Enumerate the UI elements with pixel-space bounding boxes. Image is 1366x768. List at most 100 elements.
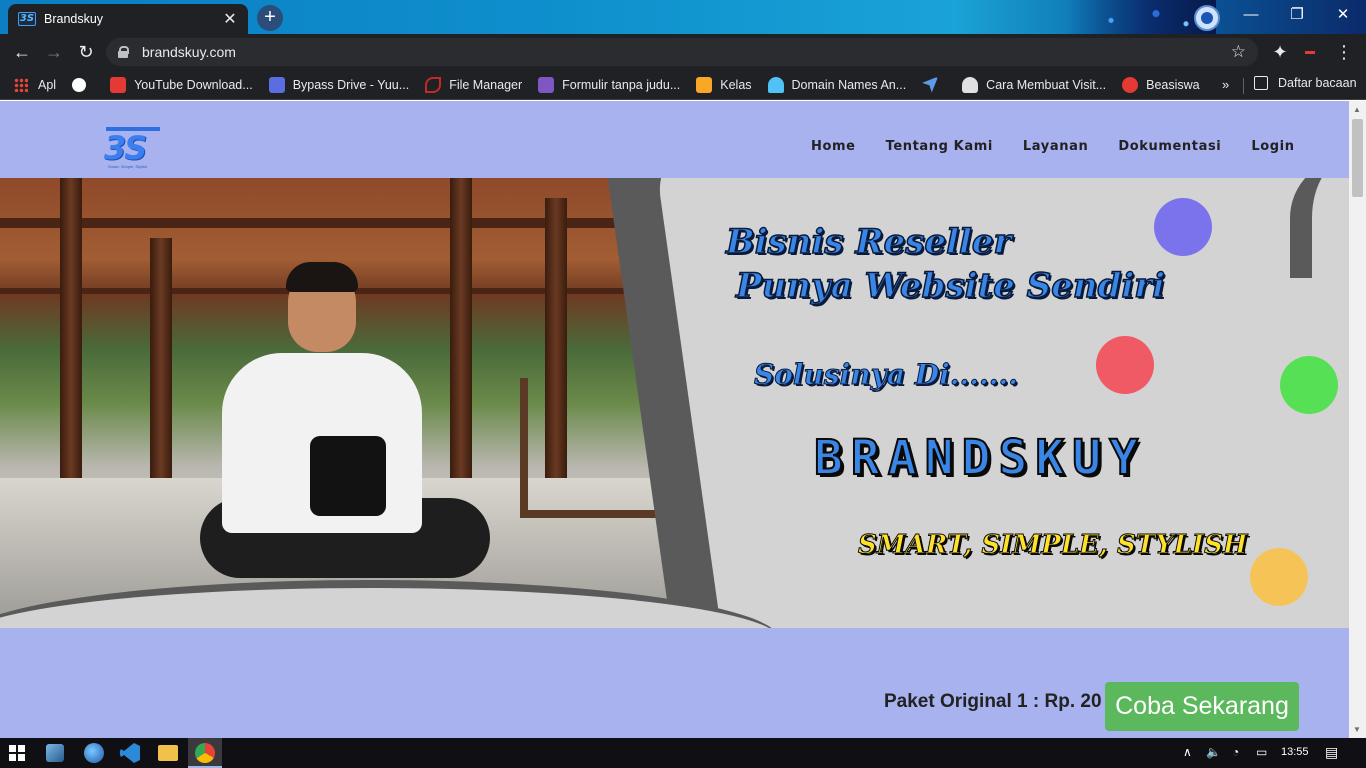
reload-icon[interactable]: ↻	[74, 40, 98, 64]
bookmark-beasiswa[interactable]: Beasiswa	[1122, 76, 1200, 93]
bookmarks-divider	[1243, 78, 1244, 94]
url-text[interactable]: brandskuy.com	[142, 44, 1231, 60]
bookmark-cara-membuat[interactable]: Cara Membuat Visit...	[962, 76, 1107, 93]
apps-grid-icon	[14, 77, 28, 92]
nav-login[interactable]: Login	[1251, 139, 1294, 154]
nav-dokumentasi[interactable]: Dokumentasi	[1118, 139, 1221, 154]
roof-beam	[0, 288, 720, 294]
windows-start-icon[interactable]	[9, 745, 25, 761]
minimize-button[interactable]: —	[1228, 0, 1274, 30]
tab-title: Brandskuy	[44, 12, 104, 26]
bookmark-label: Beasiswa	[1146, 77, 1200, 92]
bookmark-globe[interactable]	[72, 77, 94, 92]
bookmark-send[interactable]	[922, 76, 946, 93]
reading-list-button[interactable]: Daftar bacaan	[1254, 76, 1357, 90]
reading-list-label: Daftar bacaan	[1278, 76, 1357, 90]
hero-line-1: Bisnis Reseller	[725, 221, 1012, 263]
scroll-down-icon[interactable]: ▼	[1353, 725, 1361, 734]
file-manager-icon	[425, 76, 442, 93]
volume-icon[interactable]: 🔈	[1206, 745, 1221, 759]
bookmark-label: Kelas	[720, 77, 752, 92]
chrome-icon[interactable]	[195, 743, 215, 763]
bookmarks-bar: Apl YouTube Download... Bypass Drive - Y…	[0, 70, 1366, 100]
try-now-button[interactable]: Coba Sekarang	[1105, 682, 1299, 731]
bookmark-domain-names[interactable]: Domain Names An...	[767, 76, 907, 93]
green-dot	[1280, 356, 1338, 414]
send-icon	[922, 76, 939, 93]
forms-icon	[538, 76, 555, 93]
site-header: 3S Smart. Simple. Stylish Home Tentang K…	[0, 101, 1349, 178]
battery-icon[interactable]: ▭	[1256, 745, 1267, 759]
hero-line-2: Punya Website Sendiri	[735, 265, 1166, 307]
bypass-icon	[268, 76, 285, 93]
package-price-text: Paket Original 1 : Rp. 20	[884, 691, 1102, 712]
roof-beam	[0, 218, 720, 228]
main-nav: Home Tentang Kami Layanan Dokumentasi Lo…	[811, 139, 1295, 154]
reading-list-icon	[1254, 76, 1268, 90]
page-viewport: 3S Smart. Simple. Stylish Home Tentang K…	[0, 101, 1349, 738]
red-dot	[1096, 336, 1154, 394]
clock-time[interactable]: 13:55	[1281, 746, 1309, 758]
bookmark-label: Bypass Drive - Yuu...	[292, 77, 410, 92]
wifi-icon[interactable]: ◔	[1232, 745, 1239, 759]
bookmark-forms[interactable]: Formulir tanpa judu...	[538, 76, 681, 93]
bookmark-star-icon[interactable]: ☆	[1231, 42, 1246, 62]
back-arrow-icon[interactable]: ←	[10, 40, 34, 64]
vscode-icon[interactable]	[120, 743, 140, 763]
scrollbar-thumb[interactable]	[1352, 119, 1363, 197]
profile-avatar[interactable]	[1194, 5, 1220, 31]
bookmark-file-manager[interactable]: File Manager	[425, 76, 522, 93]
nav-layanan[interactable]: Layanan	[1023, 139, 1088, 154]
file-explorer-icon[interactable]	[158, 745, 178, 761]
classroom-icon	[696, 76, 713, 93]
close-window-button[interactable]: ✕	[1320, 0, 1366, 30]
hero-photo	[0, 178, 720, 628]
user-icon	[962, 76, 979, 93]
hero-brand: BRANDSKUY	[813, 429, 1147, 487]
network-app-icon[interactable]	[46, 744, 64, 762]
browser-toolbar: ← → ↻ brandskuy.com ☆ ✦ ▬ ⋮	[0, 34, 1366, 70]
notifications-icon[interactable]: ▤	[1325, 744, 1338, 761]
menu-kebab-icon[interactable]: ⋮	[1332, 40, 1356, 64]
forward-arrow-icon[interactable]: →	[42, 40, 66, 64]
restore-button[interactable]: ❐	[1274, 0, 1320, 30]
bookmark-bypass-drive[interactable]: Bypass Drive - Yuu...	[268, 76, 410, 93]
purple-dot	[1154, 198, 1212, 256]
bookmark-apps[interactable]: Apl	[14, 77, 56, 92]
edge-icon[interactable]	[84, 743, 104, 763]
domain-icon	[767, 76, 784, 93]
bookmark-kelas[interactable]: Kelas	[696, 76, 752, 93]
windows-taskbar: ∧ 🔈 ◔ ▭ 13:55 ▤	[0, 738, 1366, 768]
bookmark-youtube-downloader[interactable]: YouTube Download...	[110, 76, 253, 93]
hero-solusi: Solusinya Di.......	[754, 358, 1019, 392]
page-scrollbar[interactable]: ▲ ▼	[1349, 101, 1366, 738]
person-hair	[286, 262, 358, 292]
extensions-icon[interactable]: ✦	[1268, 40, 1292, 64]
tab-close-icon[interactable]: ✕	[222, 9, 238, 29]
site-logo[interactable]: 3S Smart. Simple. Stylish	[104, 127, 164, 169]
person-bag	[310, 436, 386, 516]
nav-home[interactable]: Home	[811, 139, 856, 154]
bookmark-label: Cara Membuat Visit...	[986, 77, 1107, 92]
site-favicon-icon: 3S	[18, 12, 36, 26]
nav-tentang-kami[interactable]: Tentang Kami	[886, 139, 993, 154]
bookmark-label: YouTube Download...	[134, 77, 253, 92]
new-tab-button[interactable]: +	[257, 5, 283, 31]
bookmark-label: Formulir tanpa judu...	[562, 77, 681, 92]
tray-chevron-up-icon[interactable]: ∧	[1183, 745, 1192, 759]
bookmarks-more-button[interactable]: »	[1222, 77, 1229, 92]
globe-icon	[72, 77, 87, 92]
browser-tab[interactable]: 3S Brandskuy ✕	[8, 4, 248, 34]
browser-titlebar: 3S Brandskuy ✕ + — ❐ ✕	[0, 0, 1366, 34]
bookmark-label: Domain Names An...	[791, 77, 907, 92]
hero-banner: Bisnis Reseller Punya Website Sendiri So…	[0, 178, 1349, 628]
logo-mark: 3S	[104, 129, 147, 167]
yellow-dot	[1250, 548, 1308, 606]
scroll-up-icon[interactable]: ▲	[1353, 105, 1361, 114]
beasiswa-icon	[1122, 76, 1139, 93]
logo-tagline: Smart. Simple. Stylish	[108, 164, 148, 169]
hero-slogan: SMART, SIMPLE, STYLISH	[857, 530, 1248, 561]
banner-corner-curve	[1290, 178, 1349, 278]
extension-badge-icon[interactable]: ▬	[1298, 40, 1322, 64]
address-bar[interactable]: brandskuy.com ☆	[106, 38, 1258, 66]
